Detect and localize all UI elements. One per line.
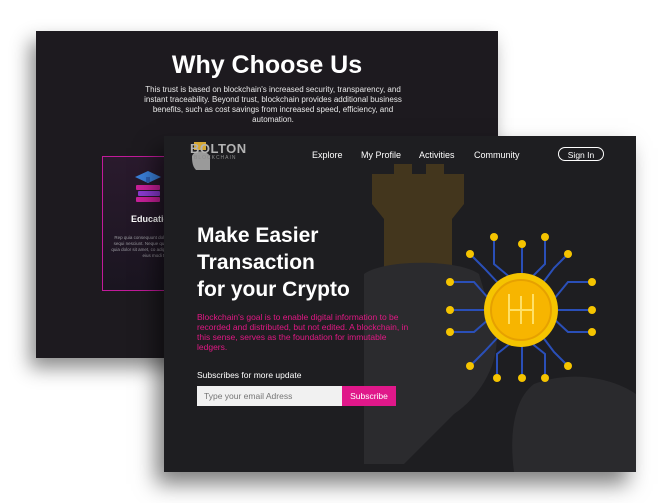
logo-text: BOLTON xyxy=(190,141,247,156)
hero-title-line-3: for your Crypto xyxy=(197,278,350,301)
email-input[interactable] xyxy=(197,386,342,406)
subscribe-label: Subscribes for more update xyxy=(197,370,302,380)
hero-title: Make Easier Transaction for your Crypto xyxy=(197,222,417,303)
why-choose-us-description: This trust is based on blockchain's incr… xyxy=(144,85,402,124)
hero-title-line-2: Transaction xyxy=(197,251,315,274)
sign-in-button[interactable]: Sign In xyxy=(558,147,604,161)
nav-community[interactable]: Community xyxy=(474,150,520,160)
why-choose-us-title: Why Choose Us xyxy=(171,51,363,79)
books-graduation-icon xyxy=(135,171,161,202)
hero-description: Blockchain's goal is to enable digital i… xyxy=(197,312,409,352)
nav-my-profile[interactable]: My Profile xyxy=(361,150,401,160)
subscribe-button[interactable]: Subscribe xyxy=(342,386,396,406)
nav-explore[interactable]: Explore xyxy=(312,150,343,160)
logo-subtext: BLOCKCHAIN xyxy=(194,155,237,161)
hero-title-line-1: Make Easier xyxy=(197,224,319,247)
nav-activities[interactable]: Activities xyxy=(419,150,455,160)
hero-card: BOLTON BLOCKCHAIN Explore My Profile Act… xyxy=(164,136,636,472)
